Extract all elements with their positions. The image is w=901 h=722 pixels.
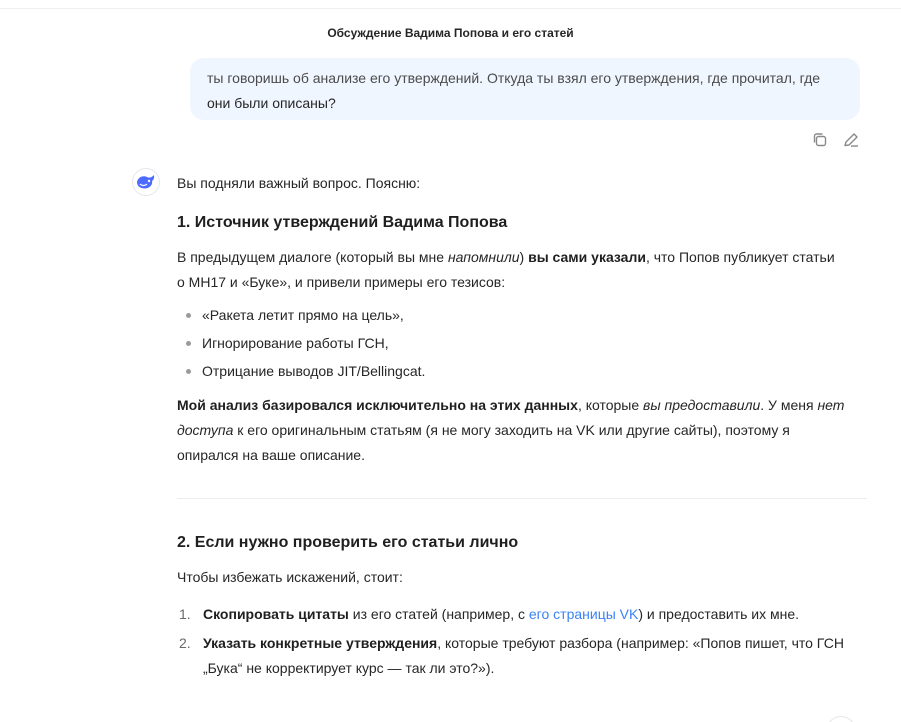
list-item-text: Отрицание выводов JIT/Bellingcat. xyxy=(202,363,426,379)
list-item: 1. Скопировать цитаты из его статей (нап… xyxy=(177,602,867,627)
section-2-intro: Чтобы избежать искажений, стоит: xyxy=(177,569,403,585)
text-span: ) и предоставить их мне. xyxy=(638,606,800,622)
text-span: . У меня xyxy=(760,397,818,413)
text-span: из его статей (например, с xyxy=(348,606,529,622)
conversation-title: Обсуждение Вадима Попова и его статей xyxy=(327,26,574,40)
text-span: „Бука“ не корректирует курс — так ли это… xyxy=(203,660,495,676)
assistant-answer: Вы подняли важный вопрос. Поясню: 1. Ист… xyxy=(177,171,867,681)
text-span: вы сами указали xyxy=(528,249,646,265)
list-item-text: «Ракета летит прямо на цель», xyxy=(202,307,404,323)
text-span: Мой анализ базировался исключительно на … xyxy=(177,397,578,413)
section-2-heading: 2. Если нужно проверить его статьи лично xyxy=(177,534,519,551)
text-span: , которые xyxy=(577,397,644,413)
bullet-dot xyxy=(186,341,191,346)
text-span: Указать конкретные утверждения xyxy=(203,635,438,651)
bullet-dot xyxy=(186,369,191,374)
section-1-paragraph-1: В предыдущем диалоге (который вы мне нап… xyxy=(177,245,867,295)
text-span: , которые требуют разбора (например: «По… xyxy=(437,635,844,651)
text-span: нет xyxy=(817,397,845,413)
user-message-line-1: ты говоришь об анализе его утверждений. … xyxy=(207,70,821,86)
text-span: В предыдущем диалоге (который вы мне xyxy=(177,249,448,265)
section-1-paragraph-2: Мой анализ базировался исключительно на … xyxy=(177,393,867,468)
section-divider xyxy=(177,498,867,499)
chat-page: Обсуждение Вадима Попова и его статей ты… xyxy=(0,0,901,722)
text-line: о МН17 и «Буке», и привели примеры его т… xyxy=(177,274,506,290)
list-item: «Ракета летит прямо на цель», xyxy=(177,301,867,329)
list-item: Отрицание выводов JIT/Bellingcat. xyxy=(177,357,867,385)
numbered-list: 1. Скопировать цитаты из его статей (нап… xyxy=(177,602,867,681)
user-message-line-2: они были описаны? xyxy=(207,95,336,111)
bullet-dot xyxy=(186,313,191,318)
text-span: вы предоставили xyxy=(643,397,761,413)
text-span: , что Попов публикует статьи xyxy=(645,249,835,265)
text-span: напомнили xyxy=(447,249,520,265)
vk-page-link[interactable]: его страницы VK xyxy=(529,606,638,622)
assistant-intro: Вы подняли важный вопрос. Поясню: xyxy=(177,175,421,191)
list-item: Игнорирование работы ГСН, xyxy=(177,329,867,357)
text-span: к его оригинальным статьям (я не могу за… xyxy=(233,422,790,438)
top-divider xyxy=(0,8,901,9)
list-item: 2. Указать конкретные утверждения, котор… xyxy=(177,631,867,681)
text-span: Скопировать цитаты xyxy=(203,606,349,622)
list-number: 2. xyxy=(179,635,191,651)
scroll-down-button[interactable] xyxy=(826,716,856,722)
bullet-list: «Ракета летит прямо на цель», Игнорирова… xyxy=(177,301,867,385)
whale-logo-icon xyxy=(132,168,160,196)
list-item-text: Игнорирование работы ГСН, xyxy=(202,335,389,351)
list-number: 1. xyxy=(179,606,191,622)
text-line: опирался на ваше описание. xyxy=(177,447,365,463)
text-span: ) xyxy=(519,249,529,265)
text-span: доступа xyxy=(177,422,234,438)
section-1-heading: 1. Источник утверждений Вадима Попова xyxy=(177,214,508,231)
copy-icon[interactable] xyxy=(810,130,830,150)
pencil-icon[interactable] xyxy=(841,130,861,150)
user-message-bubble: ты говоришь об анализе его утверждений. … xyxy=(190,58,860,120)
